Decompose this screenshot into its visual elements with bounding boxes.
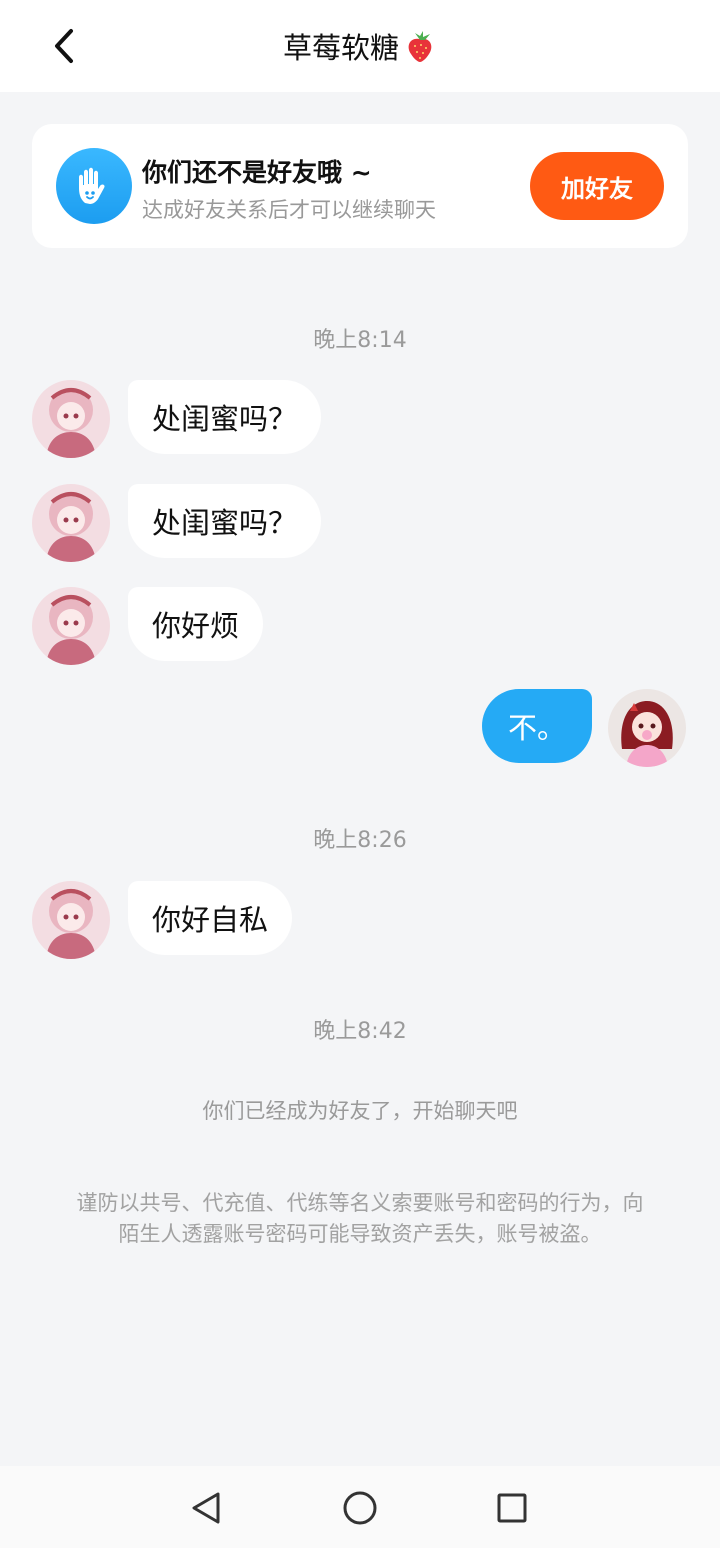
contact-avatar[interactable] [32, 484, 110, 562]
title-wrap: 草莓软糖 [0, 24, 720, 68]
wave-hand-icon [56, 148, 132, 224]
my-avatar[interactable] [608, 689, 686, 767]
nav-recents-button[interactable] [490, 1486, 534, 1530]
home-circle-icon [343, 1491, 377, 1525]
incoming-message[interactable]: 处闺蜜吗？ [128, 484, 322, 558]
contact-avatar[interactable] [32, 881, 110, 959]
incoming-message[interactable]: 你好自私 [128, 881, 293, 955]
not-friend-card: 你们还不是好友哦 ~ 达成好友关系后才可以继续聊天 加好友 [32, 124, 688, 248]
chat-title: 草莓软糖 [282, 31, 399, 65]
anime-girl-avatar-icon [32, 587, 110, 665]
timestamp: 晚上8:42 [313, 1019, 407, 1044]
outgoing-message[interactable]: 不。 [481, 689, 592, 763]
add-friend-button[interactable]: 加好友 [530, 152, 664, 220]
anime-girl-avatar-icon [32, 881, 110, 959]
red-hair-girl-avatar-icon [608, 689, 686, 767]
incoming-message[interactable]: 你好烦 [128, 587, 264, 661]
security-warning: 谨防以共号、代充值、代练等名义索要账号和密码的行为，向陌生人透露账号密码可能导致… [76, 1191, 644, 1246]
anime-girl-avatar-icon [32, 380, 110, 458]
timestamp: 晚上8:14 [313, 328, 407, 353]
card-title: 你们还不是好友哦 ~ [142, 158, 372, 187]
back-triangle-icon [192, 1492, 220, 1524]
anime-girl-avatar-icon [32, 484, 110, 562]
nav-back-button[interactable] [184, 1486, 228, 1530]
system-navigation-bar [0, 1466, 720, 1548]
strawberry-icon [408, 31, 432, 62]
nav-home-button[interactable] [338, 1486, 382, 1530]
contact-avatar[interactable] [32, 380, 110, 458]
system-message: 你们已经成为好友了，开始聊天吧 [202, 1099, 518, 1123]
top-bar: 草莓软糖 [0, 0, 720, 92]
timestamp: 晚上8:26 [313, 828, 407, 853]
contact-avatar[interactable] [32, 587, 110, 665]
incoming-message[interactable]: 处闺蜜吗？ [128, 380, 322, 454]
recents-square-icon [497, 1493, 527, 1523]
card-subtitle: 达成好友关系后才可以继续聊天 [142, 198, 436, 222]
